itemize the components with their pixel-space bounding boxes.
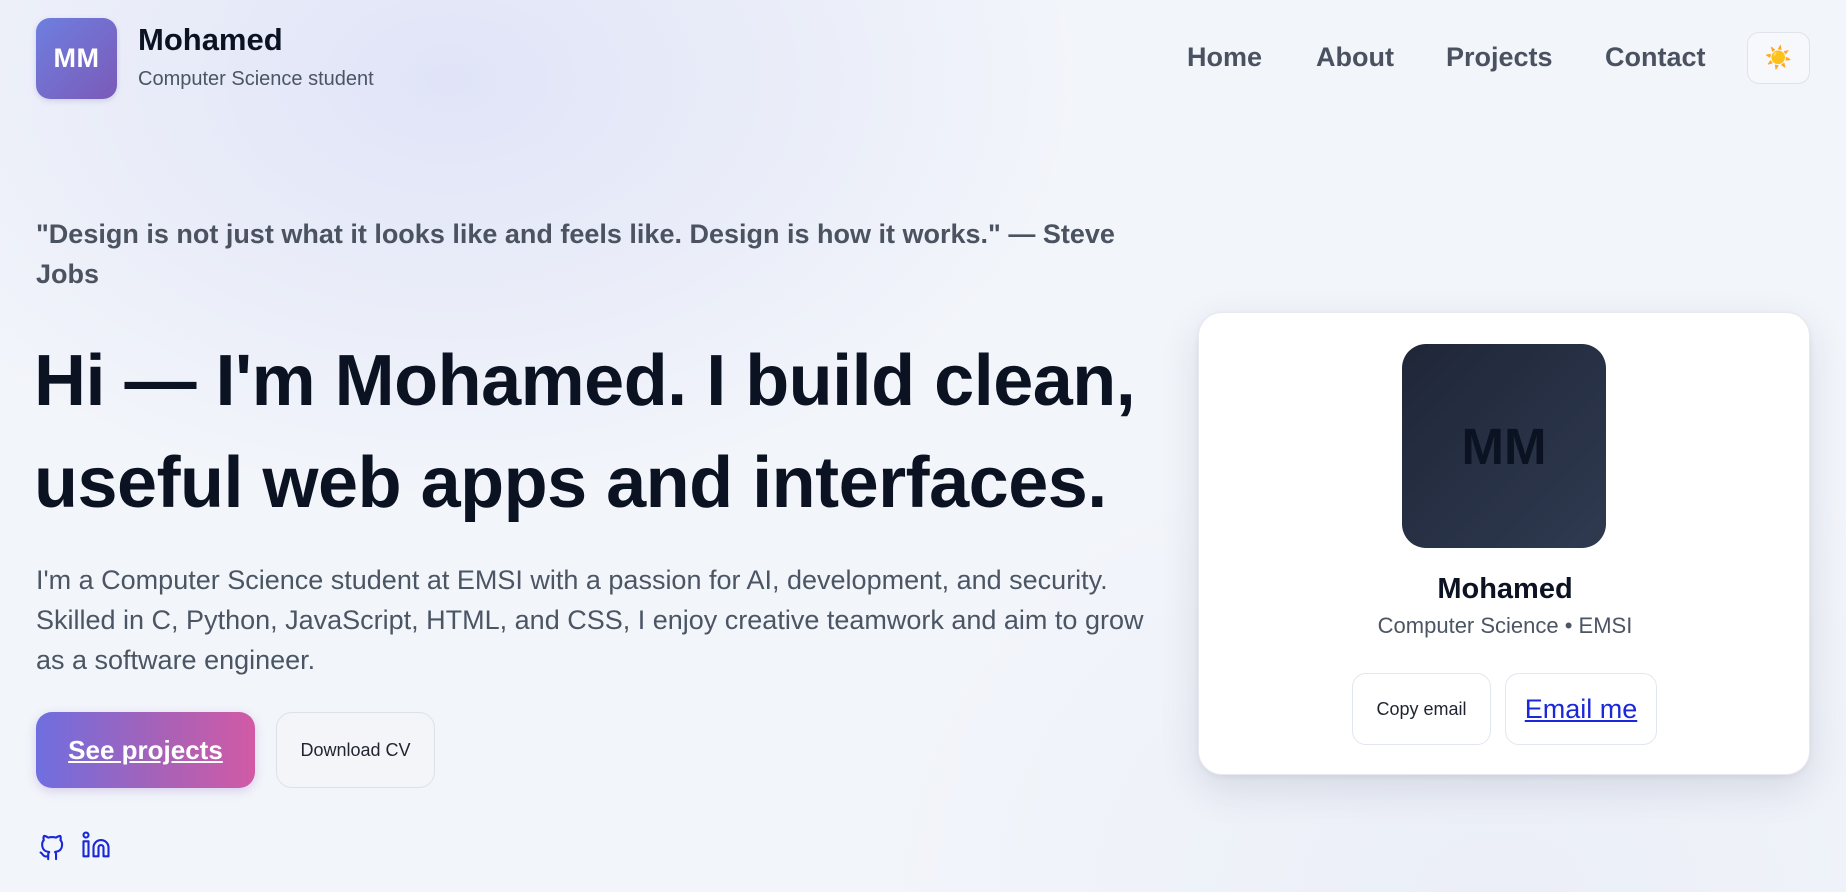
nav-about[interactable]: About xyxy=(1316,42,1394,73)
download-cv-button[interactable]: Download CV xyxy=(276,712,435,788)
email-me-link[interactable]: Email me xyxy=(1505,673,1657,745)
quote: "Design is not just what it looks like a… xyxy=(36,219,1115,289)
hero-headline: Hi — I'm Mohamed. I build clean, useful … xyxy=(34,341,1136,523)
nav-home[interactable]: Home xyxy=(1187,42,1262,73)
nav-contact[interactable]: Contact xyxy=(1605,42,1706,73)
site-header: MM Mohamed Computer Science student Home… xyxy=(0,0,1846,120)
sun-icon: ☀️ xyxy=(1764,45,1793,70)
hero-bio: I'm a Computer Science student at EMSI w… xyxy=(36,565,1144,675)
profile-card: MM Mohamed Computer Science • EMSI Copy … xyxy=(1198,312,1810,775)
card-subtitle: Computer Science • EMSI xyxy=(1377,613,1633,638)
linkedin-icon[interactable] xyxy=(80,829,112,861)
brand-name: Mohamed xyxy=(138,22,283,57)
see-projects-button[interactable]: See projects xyxy=(36,712,255,788)
theme-toggle-button[interactable]: ☀️ xyxy=(1747,32,1810,84)
github-icon[interactable] xyxy=(36,829,68,861)
card-name: Mohamed xyxy=(1437,573,1573,605)
brand-logo[interactable]: MM xyxy=(36,18,117,99)
copy-email-button[interactable]: Copy email xyxy=(1352,673,1491,745)
nav-projects[interactable]: Projects xyxy=(1446,42,1553,73)
avatar: MM xyxy=(1402,344,1606,548)
brand-subtitle: Computer Science student xyxy=(138,68,374,90)
